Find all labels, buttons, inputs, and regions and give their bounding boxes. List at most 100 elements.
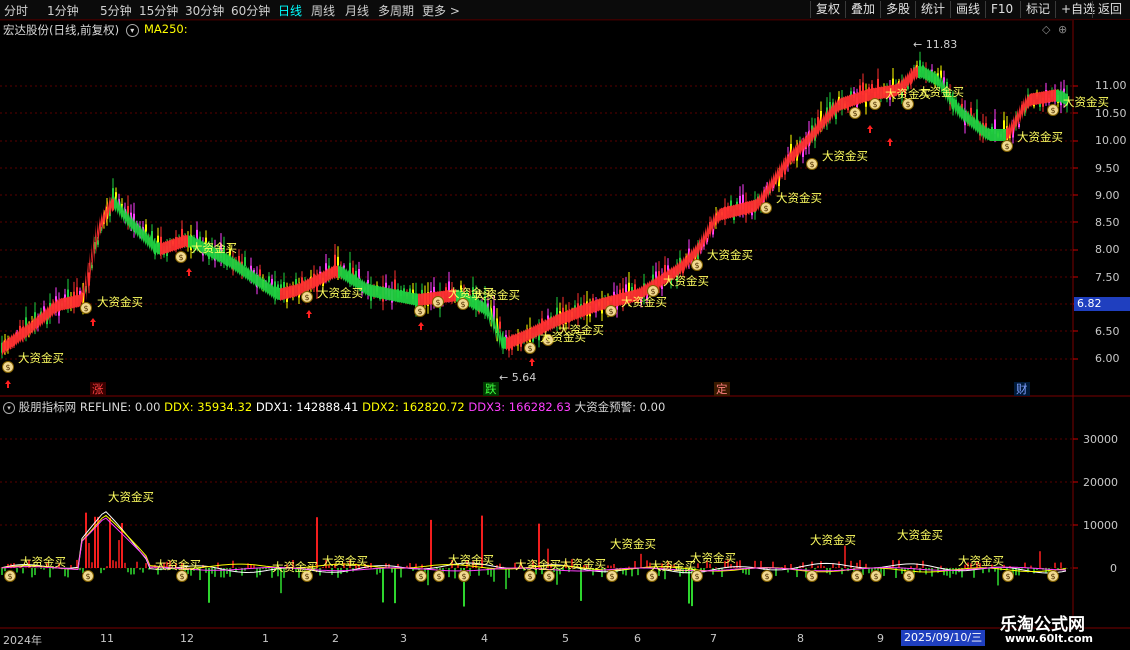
indicator-label: 20000 (1083, 476, 1118, 489)
svg-text:$: $ (7, 572, 12, 581)
event-fall[interactable]: 跌 (483, 382, 499, 396)
indicator-signal-label: 大资金买 (155, 558, 201, 572)
signal-label: 大资金买 (18, 351, 64, 365)
svg-text:$: $ (436, 572, 441, 581)
x-axis-label: 7 (710, 632, 717, 645)
ddx2-value: DDX2: 162820.72 (362, 400, 465, 414)
ddx3-value: DDX3: 166282.63 (468, 400, 571, 414)
event-set[interactable]: 定 (714, 382, 730, 396)
svg-text:$: $ (809, 572, 814, 581)
price-label: 10.50 (1095, 107, 1127, 120)
price-label: 8.50 (1095, 216, 1120, 229)
signal-label: 大资金买 (822, 149, 868, 163)
indicator-signal-label: 大资金买 (108, 490, 154, 504)
event-rise[interactable]: 涨 (90, 382, 106, 396)
indicator-signal-label: 大资金买 (322, 554, 368, 568)
svg-text:$: $ (5, 363, 10, 372)
svg-text:$: $ (304, 293, 309, 302)
indicator-settings-icon[interactable]: ▾ (3, 401, 15, 414)
svg-text:$: $ (906, 572, 911, 581)
signal-label: 大资金买 (707, 248, 753, 262)
svg-text:$: $ (85, 572, 90, 581)
signal-label: 大资金买 (97, 295, 143, 309)
price-label: 7.50 (1095, 271, 1120, 284)
x-axis-label: 12 (180, 632, 194, 645)
indicator-name: 股朋指标网 (18, 400, 77, 414)
indicator-signal-label: 大资金买 (690, 551, 736, 565)
indicator-signal-label: 大资金买 (958, 554, 1004, 568)
svg-text:$: $ (460, 300, 465, 309)
x-axis-label: 2 (332, 632, 339, 645)
svg-text:$: $ (809, 160, 814, 169)
signal-label: 大资金买 (317, 286, 363, 300)
svg-text:$: $ (527, 344, 532, 353)
price-label: 6.50 (1095, 325, 1120, 338)
svg-text:$: $ (872, 100, 877, 109)
svg-text:$: $ (1005, 572, 1010, 581)
svg-text:$: $ (417, 307, 422, 316)
svg-text:$: $ (852, 109, 857, 118)
x-axis-label: 1 (262, 632, 269, 645)
x-axis-label: 3 (400, 632, 407, 645)
x-axis-label: 5 (562, 632, 569, 645)
price-label: 10.00 (1095, 134, 1127, 147)
high-price-label: ← 11.83 (913, 38, 958, 51)
indicator-signal-label: 大资金买 (448, 553, 494, 567)
indicator-label: 0 (1110, 562, 1117, 575)
ddx1-value: DDX1: 142888.41 (255, 400, 359, 414)
price-label: 6.00 (1095, 352, 1120, 365)
svg-text:$: $ (435, 298, 440, 307)
x-axis-label: 11 (100, 632, 114, 645)
svg-text:$: $ (905, 100, 910, 109)
x-axis-label: 9 (877, 632, 884, 645)
svg-text:$: $ (1050, 106, 1055, 115)
price-label: 8.00 (1095, 243, 1120, 256)
indicator-label: 30000 (1083, 433, 1118, 446)
signal-label: 大资金买 (474, 288, 520, 302)
svg-text:$: $ (608, 307, 613, 316)
svg-text:$: $ (694, 261, 699, 270)
x-axis-label: 6 (634, 632, 641, 645)
indicator-label: 10000 (1083, 519, 1118, 532)
svg-text:$: $ (763, 204, 768, 213)
svg-text:$: $ (764, 572, 769, 581)
signal-label: 大资金买 (191, 241, 237, 255)
indicator-info: ▾ 股朋指标网 REFLINE: 0.00 DDX: 35934.32 DDX1… (3, 399, 665, 415)
signal-label: 大资金买 (558, 323, 604, 337)
price-label: 9.50 (1095, 162, 1120, 175)
price-label: 9.00 (1095, 189, 1120, 202)
indicator-signal-label: 大资金买 (610, 537, 656, 551)
price-label: 11.00 (1095, 79, 1127, 92)
x-axis-label: 2024年 (3, 634, 42, 647)
indicator-signal-label: 大资金买 (560, 557, 606, 571)
watermark-url: www.60lt.com (1005, 632, 1094, 645)
indicator-signal-label: 大资金买 (272, 560, 318, 574)
svg-text:$: $ (1004, 142, 1009, 151)
signal-label: 大资金买 (663, 274, 709, 288)
indicator-signal-label: 大资金买 (515, 558, 561, 572)
current-date-badge: 2025/09/10/三 (901, 630, 986, 646)
svg-text:$: $ (854, 572, 859, 581)
svg-text:$: $ (179, 572, 184, 581)
signal-label: 大资金买 (918, 85, 964, 99)
svg-text:$: $ (461, 572, 466, 581)
svg-text:$: $ (418, 572, 423, 581)
indicator-signal-label: 大资金买 (810, 533, 856, 547)
x-axis-label: 8 (797, 632, 804, 645)
svg-text:$: $ (1050, 572, 1055, 581)
signal-label: 大资金买 (621, 295, 667, 309)
svg-text:$: $ (178, 253, 183, 262)
low-price-label: ← 5.64 (499, 371, 537, 384)
alert-value: 大资金预警: 0.00 (574, 400, 666, 414)
svg-text:$: $ (873, 572, 878, 581)
signal-label: 大资金买 (776, 191, 822, 205)
ddx-value: DDX: 35934.32 (164, 400, 253, 414)
indicator-signal-label: 大资金买 (897, 528, 943, 542)
svg-text:$: $ (609, 572, 614, 581)
svg-text:$: $ (527, 572, 532, 581)
svg-text:$: $ (546, 572, 551, 581)
event-finance[interactable]: 财 (1014, 382, 1030, 396)
x-axis-label: 4 (481, 632, 488, 645)
svg-text:$: $ (649, 572, 654, 581)
signal-label: 大资金买 (1017, 130, 1063, 144)
